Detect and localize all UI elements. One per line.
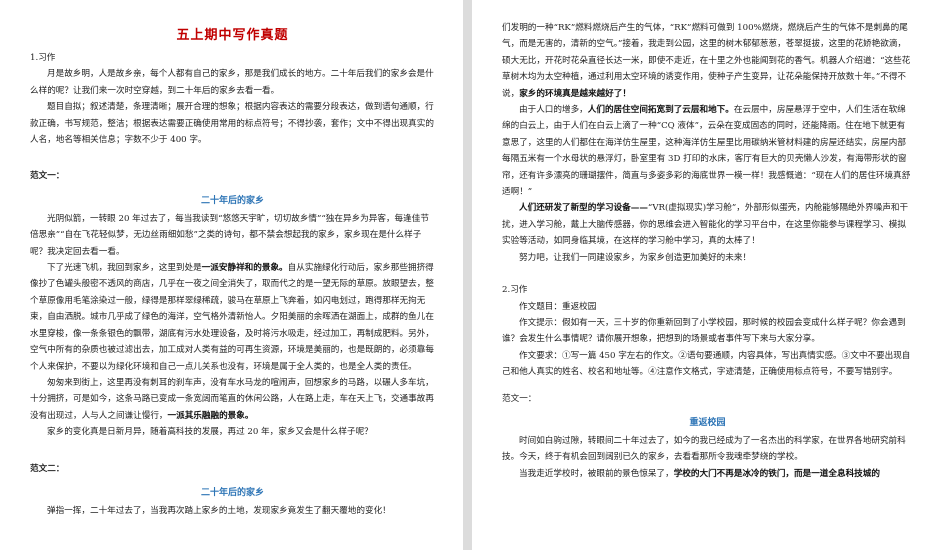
essay-2-paragraph-1: 弹指一挥，二十年过去了，当我再次踏上家乡的土地，发现家乡竟发生了翻天覆地的变化！ bbox=[47, 505, 391, 516]
r-e-p2-text-a: 当我走近学校时，被眼前的景色惊呆了， bbox=[519, 468, 674, 479]
prompt-paragraph-2: 题目自拟；叙述清楚，条理清晰；展开合理的想象；根据内容表达的需要分段表达，做到语… bbox=[30, 102, 434, 146]
essay-1-paragraph-4: 家乡的变化真是日新月异，随着高科技的发展，再过 20 年，家乡又会是什么样子呢？ bbox=[47, 427, 373, 438]
page-gutter bbox=[463, 0, 472, 550]
task-requirements: 作文要求：①写一篇 450 字左右的作文。②语句要通顺，内容具体，写出真情实感。… bbox=[502, 350, 911, 378]
r-p1-text-a: 们发明的一种“RK”燃料燃烧后产生的气体，“RK”燃料可做到 100%燃烧，燃烧… bbox=[502, 23, 911, 99]
essay-1-paragraph-3: 匆匆来到街上，这里再没有刺耳的刹车声，没有车水马龙的喧闹声，回想家乡的马路，以碾… bbox=[30, 375, 435, 424]
task-title: 作文题目：重返校园 bbox=[519, 301, 597, 312]
r-e-p2-bold: 学校的大门不再是冰冷的铁门，而是一道全息科技城的 bbox=[673, 468, 880, 479]
r-p2-bold: 人们的居住空间拓宽到了云层和地下。 bbox=[587, 105, 734, 116]
task-hint: 作文提示：假如有一天，三十岁的你重新回到了小学校园，那时候的校园会变成什么样子呢… bbox=[502, 317, 906, 345]
r-p3-bold: 人们还研发了新型的学习设备—— bbox=[519, 203, 648, 214]
r-p1-bold: 家乡的环境真是越来越好了！ bbox=[519, 88, 631, 99]
essay-2-paragraph-closing: 努力吧，让我们一同建设家乡，为家乡创造更加美好的未来！ bbox=[519, 252, 752, 263]
prompt-paragraph-1: 月是故乡明，人是故乡亲，每个人都有自己的家乡，那是我们成长的地方。二十年后我们的… bbox=[30, 69, 434, 96]
essay-1-paragraph-2: 下了光速飞机，我回到家乡，这里到处是一派安静祥和的景象。自从实施绿化行动后，家乡… bbox=[30, 260, 435, 375]
essay-2-paragraph-continued: 们发明的一种“RK”燃料燃烧后产生的气体，“RK”燃料可做到 100%燃烧，燃烧… bbox=[502, 20, 913, 102]
sample-essay-title: 重返校园 bbox=[689, 417, 726, 428]
essay-2-paragraph-living: 由于人口的增多，人们的居住空间拓宽到了云层和地下。在云层中，房屋悬浮于空中，人们… bbox=[502, 102, 913, 200]
sample-essay-2-title: 二十年后的家乡 bbox=[200, 487, 264, 498]
essay-1-p3-bold: 一派其乐融融的景象。 bbox=[167, 410, 254, 421]
sample-essay-1-title: 二十年后的家乡 bbox=[200, 195, 264, 206]
document-page-right: 们发明的一种“RK”燃料燃烧后产生的气体，“RK”燃料可做到 100%燃烧，燃烧… bbox=[472, 0, 939, 550]
section-heading-1: 1.习作 bbox=[30, 53, 56, 63]
school-essay-paragraph-1: 时间如白驹过隙，转眼间二十年过去了，如今的我已经成为了一名杰出的科学家，在世界各… bbox=[502, 435, 906, 463]
section-heading-2: 2.习作 bbox=[502, 285, 528, 296]
school-essay-paragraph-2: 当我走近学校时，被眼前的景色惊呆了，学校的大门不再是冰冷的铁门，而是一道全息科技… bbox=[502, 466, 913, 482]
document-title: 五上期中写作真题 bbox=[176, 28, 289, 43]
essay-1-paragraph-1: 光阴似箭，一转眼 20 年过去了，每当我读到“悠悠天宇旷，切切故乡情”“独在异乡… bbox=[30, 213, 429, 257]
r-p2-text-c: 在云层中，房屋悬浮于空中，人们生活在软绵绵的白云上，由于人们在白云上滴了一种“C… bbox=[502, 105, 911, 198]
sample-essay-1-label: 范文一： bbox=[30, 171, 65, 182]
essay-1-p2-text-c: 自从实施绿化行动后，家乡那些拥挤得像抄了色罐头般密不透风的商店，几乎在一夜之间全… bbox=[30, 263, 434, 372]
document-page-left: 五上期中写作真题 1.习作 月是故乡明，人是故乡亲，每个人都有自己的家乡，那是我… bbox=[0, 0, 463, 550]
sample-essay-2-label: 范文二： bbox=[30, 463, 65, 474]
essay-1-p2-bold: 一派安静祥和的景象。 bbox=[201, 263, 288, 274]
sample-essay-label: 范文一： bbox=[502, 393, 537, 404]
essay-1-p2-text-a: 下了光速飞机，我回到家乡，这里到处是 bbox=[47, 263, 202, 274]
r-p2-text-a: 由于人口的增多， bbox=[519, 105, 588, 116]
essay-2-paragraph-learning: 人们还研发了新型的学习设备——“VR(虚拟现实)学习舱”，外部形似蛋壳，内舱能够… bbox=[502, 200, 913, 249]
